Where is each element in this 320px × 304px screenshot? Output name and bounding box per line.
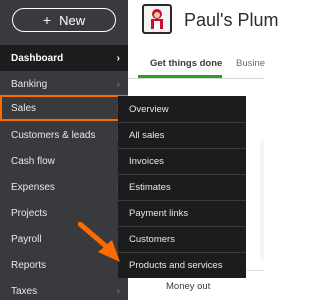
sidebar-item-sales[interactable]: Sales › — [0, 95, 128, 121]
menu-item-label: Payment links — [129, 208, 189, 219]
company-name: Paul's Plum — [184, 10, 279, 30]
sidebar-item-label: Taxes — [11, 285, 38, 297]
menu-item-all-sales[interactable]: All sales — [118, 122, 246, 148]
plumber-logo-icon — [142, 4, 172, 34]
active-tab-indicator — [138, 75, 222, 78]
sidebar-item-dashboard[interactable]: Dashboard › — [0, 45, 128, 71]
pointer-arrow-icon — [78, 222, 120, 262]
sidebar-item-label: Dashboard — [11, 52, 64, 64]
menu-item-invoices[interactable]: Invoices — [118, 148, 246, 174]
sales-flyout-menu: Overview All sales Invoices Estimates Pa… — [118, 96, 246, 278]
menu-item-estimates[interactable]: Estimates — [118, 174, 246, 200]
sidebar-item-label: Banking — [11, 78, 48, 90]
content-divider — [260, 140, 264, 260]
sidebar-item-label: Payroll — [11, 233, 42, 245]
new-button[interactable]: + New — [12, 8, 116, 32]
menu-item-payment-links[interactable]: Payment links — [118, 200, 246, 226]
menu-item-label: Customers — [129, 234, 175, 245]
menu-item-overview[interactable]: Overview — [118, 96, 246, 122]
new-button-label: New — [59, 12, 86, 28]
chevron-right-icon: › — [116, 52, 120, 64]
money-out-label: Money out — [166, 281, 211, 292]
chevron-right-icon: › — [116, 285, 120, 297]
tab-get-things-done[interactable]: Get things done — [150, 58, 222, 69]
sidebar-item-label: Projects — [11, 207, 48, 219]
plus-icon: + — [42, 12, 52, 28]
menu-item-customers[interactable]: Customers — [118, 226, 246, 252]
sidebar-item-label: Expenses — [11, 181, 55, 193]
menu-item-label: Products and services — [129, 260, 223, 271]
sidebar-item-cash-flow[interactable]: Cash flow › — [0, 148, 128, 174]
sidebar-item-label: Customers & leads — [11, 129, 96, 141]
menu-item-label: Estimates — [129, 182, 171, 193]
menu-item-label: Invoices — [129, 156, 164, 167]
tab-bar: Get things done Busine — [128, 48, 265, 79]
menu-item-products-and-services[interactable]: Products and services — [118, 252, 246, 278]
sidebar-item-label: Sales — [11, 102, 37, 114]
sidebar-item-taxes[interactable]: Taxes › — [0, 278, 128, 304]
menu-item-label: All sales — [129, 130, 165, 141]
chevron-right-icon: › — [116, 78, 120, 90]
sidebar-item-banking[interactable]: Banking › — [0, 71, 128, 97]
tab-business[interactable]: Busine — [236, 58, 265, 69]
menu-item-label: Overview — [129, 103, 169, 115]
sidebar-item-label: Cash flow — [11, 155, 55, 167]
sidebar-item-customers-leads[interactable]: Customers & leads › — [0, 122, 128, 148]
sidebar-item-expenses[interactable]: Expenses › — [0, 174, 128, 200]
sidebar-item-label: Reports — [11, 259, 47, 271]
